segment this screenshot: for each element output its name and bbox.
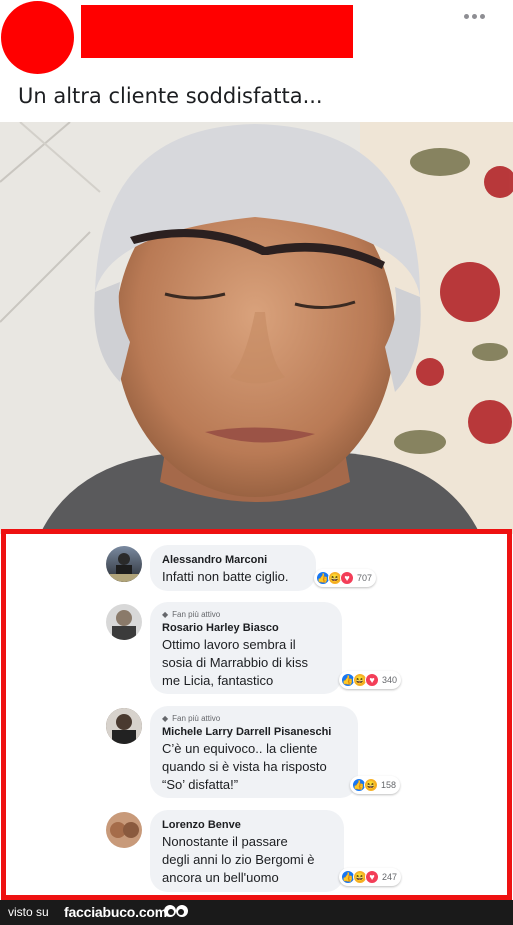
site-logo[interactable]: facciabuco.com	[64, 904, 167, 920]
badge-label: Fan più attivo	[172, 714, 221, 723]
photo-illustration	[0, 122, 513, 534]
comment-bubble: ◆ Fan più attivo Michele Larry Darrell Pi…	[150, 706, 358, 798]
avatar[interactable]	[106, 708, 142, 744]
reaction-count: 707	[357, 573, 373, 583]
badge-label: Fan più attivo	[172, 610, 221, 619]
comment-author[interactable]: Lorenzo Benve	[162, 818, 332, 833]
comment-text: Infatti non batte ciglio.	[162, 569, 289, 584]
comment-text: C’è un equivoco.. la cliente quando si è…	[162, 741, 327, 792]
top-fan-badge: ◆ Fan più attivo	[162, 610, 330, 619]
diamond-icon: ◆	[162, 714, 169, 723]
more-horizontal-icon[interactable]	[458, 8, 490, 24]
comment-author[interactable]: Michele Larry Darrell Pisaneschi	[162, 725, 346, 740]
post-screenshot: Un altra cliente soddisfatta... Alessand…	[0, 0, 513, 925]
reactions-summary[interactable]: 👍 😆 ♥ 247	[339, 868, 402, 886]
comment-author[interactable]: Alessandro Marconi	[162, 553, 304, 568]
love-reaction-icon: ♥	[365, 870, 379, 884]
comment-author[interactable]: Rosario Harley Biasco	[162, 621, 330, 636]
comment-bubble: Alessandro Marconi Infatti non batte cig…	[150, 545, 316, 591]
redacted-avatar	[1, 1, 74, 74]
avatar[interactable]	[106, 546, 142, 582]
reactions-summary[interactable]: 👍 😆 ♥ 340	[339, 671, 402, 689]
comment-item: Lorenzo Benve Nonostante il passare degl…	[6, 806, 507, 896]
visto-su-label: visto su	[8, 905, 49, 919]
reactions-summary[interactable]: 👍 😆 158	[350, 776, 401, 794]
avatar[interactable]	[106, 604, 142, 640]
avatar[interactable]	[106, 812, 142, 848]
comment-bubble: Lorenzo Benve Nonostante il passare degl…	[150, 810, 344, 892]
diamond-icon: ◆	[162, 610, 169, 619]
love-reaction-icon: ♥	[340, 571, 354, 585]
post-photo[interactable]	[0, 122, 513, 534]
comment-text: Nonostante il passare degli anni lo zio …	[162, 834, 315, 885]
reaction-count: 340	[382, 675, 398, 685]
haha-reaction-icon: 😆	[364, 778, 378, 792]
comment-item: ◆ Fan più attivo Michele Larry Darrell Pi…	[6, 702, 507, 802]
comment-item: ◆ Fan più attivo Rosario Harley Biasco Ot…	[6, 598, 507, 698]
comment-item: Alessandro Marconi Infatti non batte cig…	[6, 534, 507, 594]
top-fan-badge: ◆ Fan più attivo	[162, 714, 346, 723]
reactions-summary[interactable]: 👍 😆 ♥ 707	[314, 569, 377, 587]
redacted-author-name	[81, 5, 353, 58]
post-text: Un altra cliente soddisfatta...	[18, 84, 323, 108]
comment-bubble: ◆ Fan più attivo Rosario Harley Biasco Ot…	[150, 602, 342, 694]
watermark-footer: visto su facciabuco.com	[0, 900, 513, 925]
reaction-count: 158	[381, 780, 397, 790]
logo-eyes-icon	[164, 905, 188, 917]
reaction-count: 247	[382, 872, 398, 882]
love-reaction-icon: ♥	[365, 673, 379, 687]
comment-text: Ottimo lavoro sembra il sosia di Marrabb…	[162, 637, 308, 688]
comments-panel: Alessandro Marconi Infatti non batte cig…	[1, 529, 512, 900]
